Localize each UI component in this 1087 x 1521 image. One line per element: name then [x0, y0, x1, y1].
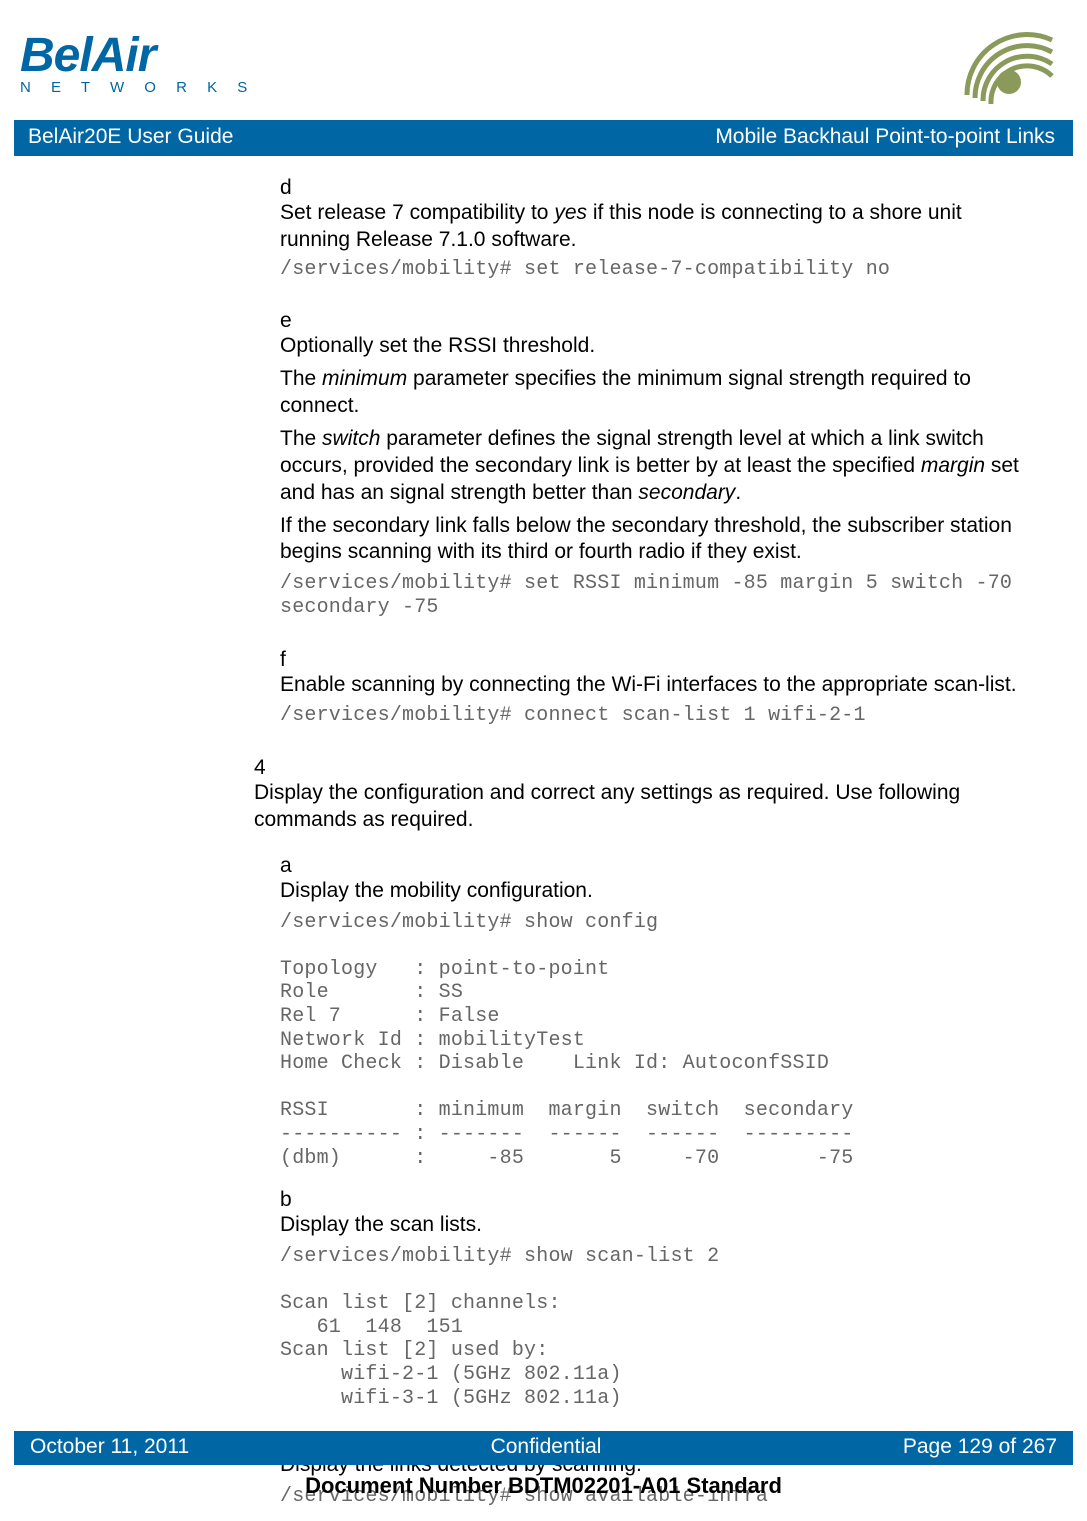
step-title: Optionally set the RSSI threshold.	[280, 333, 1027, 360]
text: The	[280, 367, 322, 390]
footer-page: Page 129 of 267	[903, 1435, 1057, 1459]
step-4: 4 Display the configuration and correct …	[254, 756, 1057, 840]
text: Display the mobility configuration.	[280, 878, 1027, 905]
footer-confidential: Confidential	[491, 1435, 602, 1459]
param-margin: margin	[921, 454, 985, 477]
brand-logo: BelAir N E T W O R K S	[20, 34, 255, 96]
param-minimum: minimum	[322, 367, 407, 390]
step-d: d Set release 7 compatibility to yes if …	[280, 176, 1057, 293]
code-block: /services/mobility# connect scan-list 1 …	[280, 704, 1027, 728]
text: parameter defines the signal strength le…	[280, 427, 984, 477]
page-header: BelAir N E T W O R K S	[0, 0, 1087, 120]
text: Set release 7 compatibility to	[280, 201, 554, 224]
guide-title: BelAir20E User Guide	[28, 125, 233, 149]
text: Display the configuration and correct an…	[254, 780, 1027, 834]
title-bar: BelAir20E User Guide Mobile Backhaul Poi…	[14, 120, 1073, 156]
step-marker: 4	[254, 756, 280, 780]
text: .	[735, 481, 741, 504]
text: Display the scan lists.	[280, 1212, 1027, 1239]
step-marker: f	[280, 648, 306, 672]
document-number: Document Number BDTM02201-A01 Standard	[0, 1473, 1087, 1499]
param-secondary: secondary	[638, 481, 735, 504]
page-content: d Set release 7 compatibility to yes if …	[0, 156, 1087, 1521]
param-switch: switch	[322, 427, 380, 450]
step-4b: b Display the scan lists. /services/mobi…	[280, 1188, 1057, 1422]
section-title: Mobile Backhaul Point-to-point Links	[715, 125, 1055, 149]
step-marker: e	[280, 309, 306, 333]
code-block: /services/mobility# show scan-list 2 Sca…	[280, 1245, 1027, 1410]
swirl-icon	[937, 20, 1057, 110]
step-4a: a Display the mobility configuration. /s…	[280, 854, 1057, 1182]
step-marker: a	[280, 854, 306, 878]
text: Enable scanning by connecting the Wi-Fi …	[280, 672, 1027, 699]
code-block: /services/mobility# show config Topology…	[280, 911, 1027, 1171]
footer-date: October 11, 2011	[30, 1435, 189, 1459]
code-block: /services/mobility# set RSSI minimum -85…	[280, 572, 1027, 619]
step-e: e Optionally set the RSSI threshold. The…	[280, 309, 1057, 631]
step-marker: d	[280, 176, 306, 200]
step-f: f Enable scanning by connecting the Wi-F…	[280, 648, 1057, 740]
code-block: /services/mobility# set release-7-compat…	[280, 258, 1027, 282]
logo-text-main: BelAir	[20, 34, 155, 77]
step-marker: b	[280, 1188, 306, 1212]
param-yes: yes	[554, 201, 587, 224]
footer-bar: October 11, 2011 Confidential Page 129 o…	[14, 1431, 1073, 1465]
text: The	[280, 427, 322, 450]
text: If the secondary link falls below the se…	[280, 513, 1027, 567]
logo-text-sub: N E T W O R K S	[20, 79, 255, 96]
